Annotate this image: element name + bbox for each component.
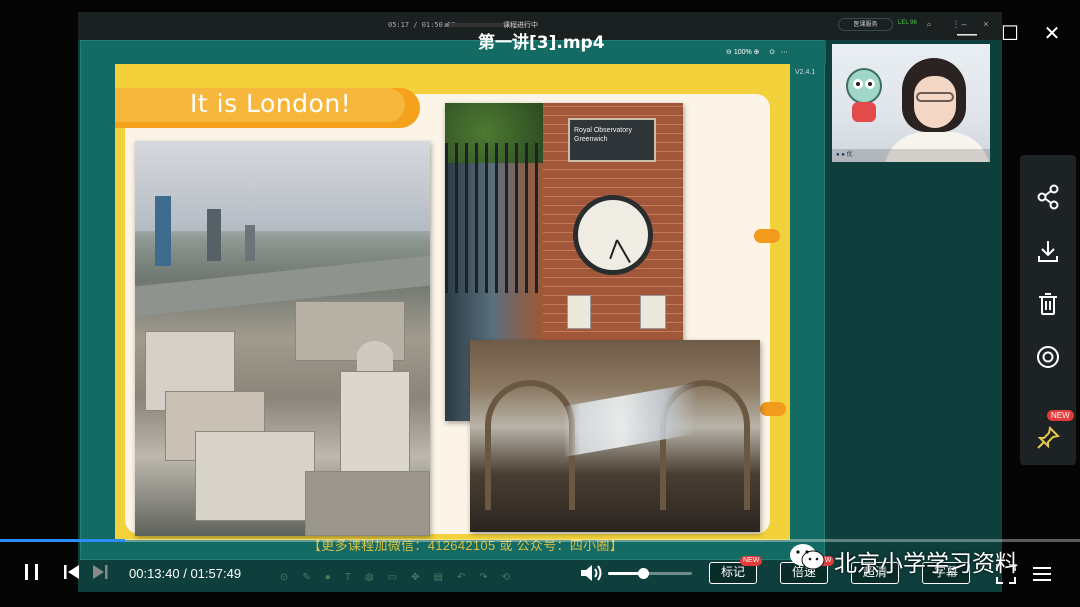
close-icon: ×	[983, 19, 989, 29]
playback-time: 00:13:40 / 01:57:49	[129, 566, 242, 581]
photo-sky	[135, 141, 430, 231]
teacher-webcam: ● ● 优	[832, 44, 990, 162]
volume-icon[interactable]	[578, 561, 604, 585]
zoom-controls: ⊖ 100% ⊕ ⊙ ⋯	[726, 49, 788, 56]
settings-icon[interactable]	[1034, 343, 1062, 371]
photo-fence	[445, 143, 543, 293]
sign-line-1: Royal Observatory	[574, 127, 632, 134]
clock-face	[573, 195, 653, 275]
mascot-image	[846, 68, 882, 122]
search-icon: ⌕	[926, 19, 932, 29]
sign-line-2: Greenwich	[574, 136, 608, 143]
photo-plaque	[567, 295, 591, 329]
photo-tower	[155, 196, 171, 266]
next-icon[interactable]	[88, 560, 112, 584]
photo-building	[305, 471, 430, 536]
recorded-service-button: 医课服务	[838, 18, 893, 31]
courseware-version: V2.4.1	[795, 69, 816, 76]
photo-plaque	[640, 295, 666, 329]
photo-tower	[245, 225, 255, 261]
webcam-status-bar: ● ● 优	[832, 149, 990, 162]
pin-icon[interactable]	[1034, 424, 1062, 452]
pin-new-badge: NEW	[1047, 410, 1074, 421]
zoom-level: 100%	[733, 49, 752, 56]
share-icon[interactable]	[1034, 183, 1062, 211]
observatory-sign: Royal Observatory Greenwich	[568, 118, 656, 162]
delete-icon[interactable]	[1034, 290, 1062, 318]
slide-tab-marker	[754, 229, 780, 243]
photo-building	[195, 431, 315, 521]
slide-title: It is London!	[190, 89, 352, 118]
brand-watermark-text: 北京小学学习资料	[834, 551, 1018, 577]
courseware-bottom-tools: ⊙✎●T◍▭✥▤↶↷⟲	[280, 572, 525, 583]
volume-slider[interactable]	[608, 568, 692, 579]
mark-new-badge: NEW	[740, 556, 763, 566]
slide-tab-marker	[760, 402, 786, 416]
clock-hand	[609, 239, 618, 260]
teacher-glasses	[916, 92, 954, 102]
photo-dome	[357, 341, 393, 371]
maximize-button[interactable]: ☐	[998, 22, 1022, 46]
recorded-progress-fill	[445, 23, 450, 27]
download-icon[interactable]	[1034, 237, 1062, 265]
teacher-face	[914, 76, 956, 128]
side-action-panel	[1020, 155, 1076, 425]
close-button[interactable]: ✕	[1040, 22, 1064, 46]
photo-person	[585, 450, 645, 532]
minimize-button[interactable]: —	[955, 22, 979, 46]
video-file-title: 第一讲[3].mp4	[478, 33, 605, 53]
wechat-icon	[790, 544, 825, 570]
courseware-toolbar: ⊖ 100% ⊕ ⊙ ⋯	[81, 41, 826, 65]
recorded-signal: LEL 96	[898, 20, 917, 26]
video-player: 05:17 / 01:50:00 课程进行中 医课服务 LEL 96 ⌕ ⋮ –…	[0, 0, 1080, 607]
pause-icon[interactable]	[20, 560, 44, 584]
museum-hall-photo	[470, 340, 760, 532]
brand-watermark: 北京小学学习资料	[788, 540, 1080, 577]
clock-hand	[616, 239, 631, 264]
london-city-photo	[135, 141, 430, 536]
previous-icon[interactable]	[60, 560, 84, 584]
photo-tower	[207, 209, 221, 261]
